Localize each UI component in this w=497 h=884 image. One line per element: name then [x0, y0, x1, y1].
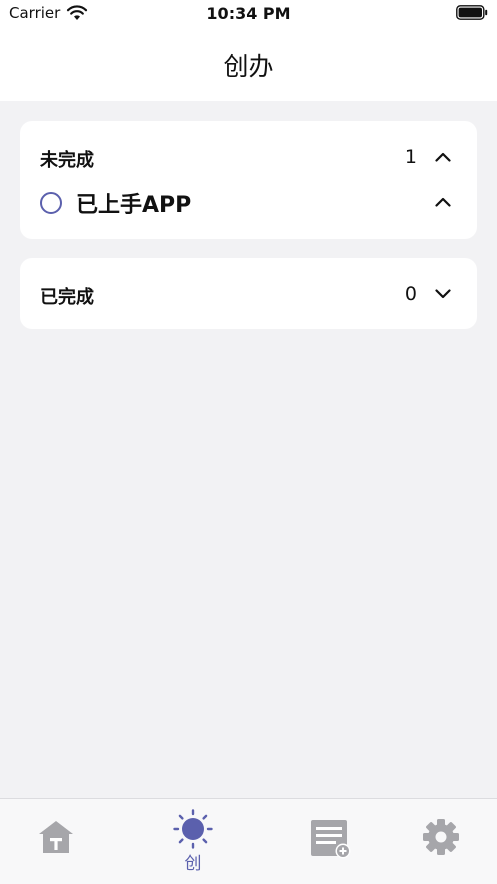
status-bar: Carrier 10:34 PM — [0, 0, 497, 30]
chevron-up-icon[interactable] — [435, 152, 451, 162]
done-section-card[interactable]: 已完成 0 — [20, 258, 477, 329]
status-time: 10:34 PM — [206, 4, 291, 23]
done-section-title: 已完成 — [40, 287, 94, 308]
gear-icon — [423, 819, 459, 855]
sun-icon — [173, 809, 213, 849]
todo-section-title: 未完成 — [40, 150, 94, 171]
done-count: 0 — [404, 283, 417, 305]
battery-icon — [456, 5, 488, 20]
tab-create[interactable]: 创 — [148, 799, 238, 884]
nav-header: 创办 — [0, 30, 497, 101]
tab-settings[interactable] — [396, 799, 486, 884]
list-add-icon — [311, 820, 351, 859]
chevron-up-icon[interactable] — [435, 197, 451, 207]
chevron-down-icon[interactable] — [435, 289, 451, 299]
tab-home[interactable] — [11, 799, 101, 884]
tab-bar: 创 — [0, 798, 497, 884]
page-title: 创办 — [223, 52, 274, 81]
tab-list[interactable] — [285, 799, 375, 884]
todo-count: 1 — [404, 146, 417, 168]
task-checkbox[interactable] — [40, 192, 62, 214]
task-label[interactable]: 已上手APP — [76, 187, 191, 219]
tab-create-label: 创 — [184, 854, 202, 874]
todo-section-card: 未完成 1 已上手APP — [20, 121, 477, 239]
home-icon — [39, 821, 73, 853]
